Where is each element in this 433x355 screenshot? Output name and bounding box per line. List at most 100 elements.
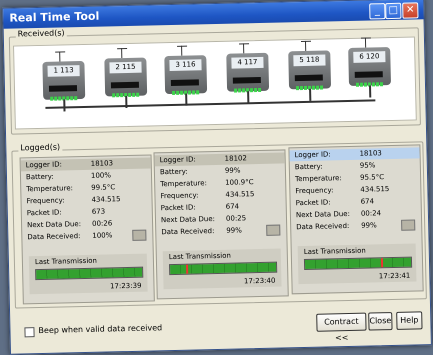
logger-panel[interactable]: Logger ID: 18103 Battery: 95% Temperature: 95…: [288, 144, 424, 295]
receiver-device-3[interactable]: 3 116: [164, 45, 208, 106]
window-title: Real Time Tool: [9, 9, 100, 25]
title-bar[interactable]: Real Time Tool _ □ ✕: [3, 0, 424, 29]
receiver-label: 4 117: [231, 56, 264, 69]
logger-field-value: 434.515: [360, 185, 390, 194]
received-group: Received(s) 1 113 2 115 3 116 4 117 5 118 6 1…: [8, 27, 421, 135]
logger-field-value: 99%: [361, 221, 377, 230]
receiver-body: 5 118: [288, 50, 332, 91]
logger-field-label: Packet ID:: [295, 198, 331, 208]
logger-row-data-received: Data Received: 100%: [22, 229, 152, 243]
logger-field-label: Logger ID:: [294, 150, 331, 160]
last-transmission-panel: Last Transmission 17:23:41: [297, 243, 417, 285]
bus-connector: [63, 99, 66, 112]
receiver-device-5[interactable]: 5 118: [288, 40, 332, 101]
contract-button[interactable]: Contract <<: [316, 312, 367, 342]
receiver-device-6[interactable]: 6 120: [348, 37, 392, 98]
receiver-device-1[interactable]: 1 113: [42, 51, 86, 112]
logger-field-value: 674: [360, 197, 375, 206]
help-button[interactable]: Help: [396, 311, 423, 330]
logger-field-label: Frequency:: [295, 186, 334, 196]
data-received-icon[interactable]: [132, 229, 147, 241]
logger-field-label: Battery:: [294, 162, 323, 172]
logger-field-value: 674: [225, 202, 240, 211]
last-transmission-label: Last Transmission: [168, 251, 231, 262]
last-transmission-time: 17:23:39: [109, 281, 142, 291]
logger-field-value: 00:24: [360, 209, 382, 218]
logger-field-value: 00:26: [91, 219, 113, 228]
data-received-icon[interactable]: [266, 224, 281, 236]
receiver-device-2[interactable]: 2 115: [104, 47, 148, 109]
receiver-device-4[interactable]: 4 117: [226, 43, 270, 104]
bus-connector: [247, 91, 250, 104]
logger-field-value: 100%: [90, 171, 112, 180]
logger-field-value: 673: [91, 207, 106, 216]
logger-field-label: Next Data Due:: [27, 220, 82, 230]
transmission-timeline-bar: [35, 266, 144, 281]
logger-field-value: 99%: [224, 166, 241, 175]
receiver-body: 3 116: [164, 55, 208, 95]
logger-field-value: 99%: [226, 226, 242, 235]
logged-group: Logged(s) Logger ID: 18103 Battery: 100% Tem…: [11, 141, 427, 309]
receiver-label: 5 118: [293, 54, 326, 67]
logger-field-value: 95.5°C: [360, 173, 385, 182]
logger-field-value: 18103: [90, 159, 114, 168]
logger-field-label: Logger ID:: [25, 160, 62, 170]
logger-field-label: Packet ID:: [160, 203, 196, 213]
logger-field-label: Data Received:: [27, 232, 81, 242]
logger-panel[interactable]: Logger ID: 18102 Battery: 99% Temperature: 10…: [153, 149, 289, 300]
close-button[interactable]: Close: [368, 312, 393, 331]
antenna-icon: [181, 45, 191, 56]
receiver-leds: [354, 71, 384, 87]
antenna-icon: [121, 47, 131, 59]
logger-field-label: Battery:: [25, 172, 54, 182]
received-label: Received(s): [15, 28, 67, 39]
bus-connector: [125, 95, 128, 109]
last-transmission-label: Last Transmission: [303, 246, 366, 257]
last-transmission-time: 17:23:40: [243, 276, 276, 286]
logger-field-value: 100%: [92, 231, 113, 240]
logger-field-label: Battery:: [159, 167, 188, 177]
logger-field-label: Data Received:: [161, 227, 215, 237]
logged-label: Logged(s): [18, 142, 63, 153]
bus-connector: [369, 85, 372, 98]
logger-field-label: Temperature:: [160, 179, 207, 189]
logger-field-value: 434.515: [91, 195, 121, 204]
receiver-label: 3 116: [169, 59, 202, 72]
receiver-leds: [294, 74, 324, 91]
minimize-icon[interactable]: _: [369, 3, 386, 20]
receiver-label: 1 113: [47, 65, 80, 77]
close-icon[interactable]: ✕: [402, 2, 419, 19]
receiver-body: 6 120: [348, 47, 392, 87]
receiver-label: 2 115: [109, 61, 142, 74]
logger-row-data-received: Data Received: 99%: [291, 219, 421, 233]
receiver-leds: [232, 76, 262, 93]
real-time-tool-window: Real Time Tool _ □ ✕ Received(s) 1 113 2 …: [2, 0, 432, 355]
last-transmission-panel: Last Transmission 17:23:40: [162, 248, 282, 290]
data-received-icon[interactable]: [401, 219, 416, 231]
logger-row-data-received: Data Received: 99%: [156, 224, 286, 238]
maximize-icon[interactable]: □: [385, 2, 402, 20]
last-transmission-panel: Last Transmission 17:23:39: [28, 253, 148, 295]
logger-field-value: 00:25: [225, 214, 247, 223]
receiver-leds: [170, 79, 200, 95]
logger-field-label: Frequency:: [160, 191, 199, 201]
antenna-icon: [304, 40, 315, 51]
receiver-leds: [48, 85, 78, 101]
last-transmission-label: Last Transmission: [34, 256, 98, 267]
bus-connector: [185, 93, 188, 106]
logger-field-label: Next Data Due:: [160, 215, 216, 225]
logger-field-label: Packet ID:: [26, 208, 62, 218]
receiver-leds: [110, 81, 140, 98]
antenna-icon: [243, 43, 253, 54]
network-bus-line: [45, 99, 376, 109]
receiver-body: 4 117: [226, 52, 270, 93]
logger-field-value: 99.5°C: [91, 183, 116, 192]
beep-checkbox[interactable]: [24, 327, 35, 338]
transmission-marker: [380, 258, 384, 268]
logger-field-value: 18102: [224, 154, 248, 163]
logger-panel[interactable]: Logger ID: 18103 Battery: 100% Temperature: 9…: [19, 154, 155, 305]
logger-field-value: 100.9°C: [225, 178, 254, 187]
transmission-timeline-bar: [303, 256, 413, 271]
antenna-icon: [364, 37, 375, 48]
transmission-timeline-bar: [169, 261, 278, 276]
